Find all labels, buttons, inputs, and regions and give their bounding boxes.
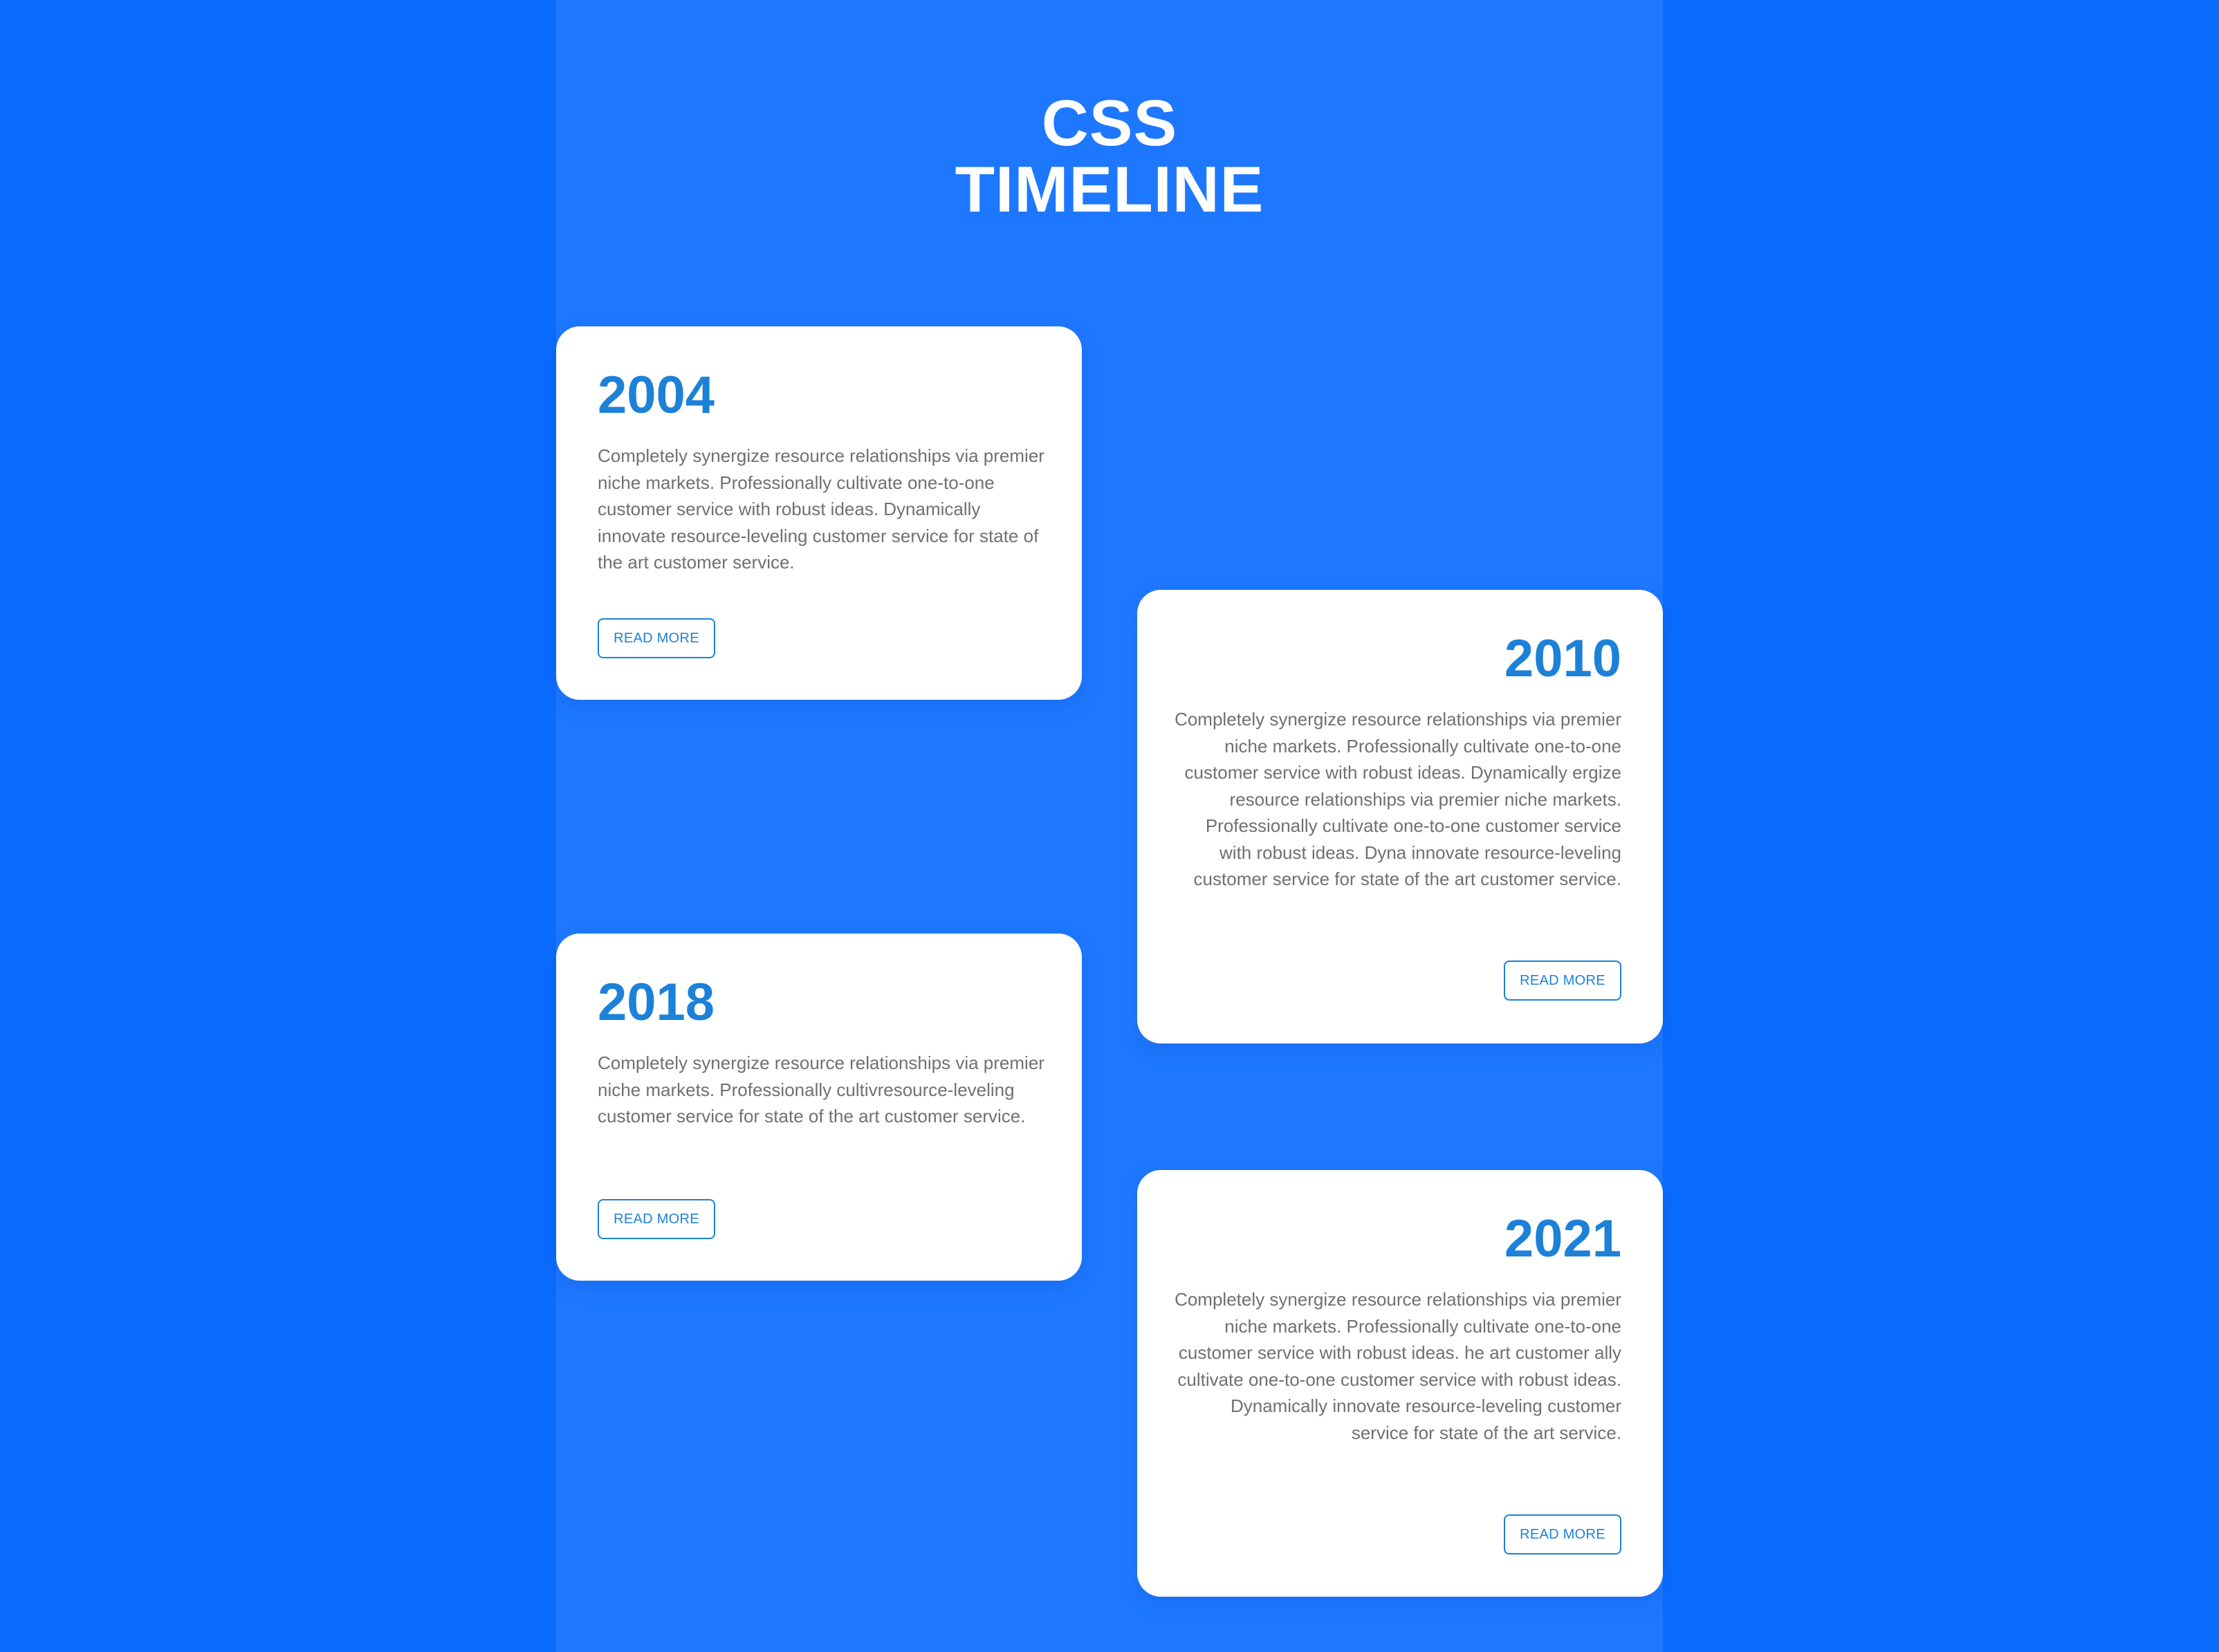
read-more-button[interactable]: READ MORE — [598, 618, 715, 658]
timeline-card-2018: 2018 Completely synergize resource relat… — [556, 934, 1082, 1281]
page-title-line-2: TIMELINE — [955, 153, 1264, 225]
timeline-year: 2018 — [598, 973, 715, 1032]
timeline-description: Completely synergize resource relationsh… — [598, 1052, 1044, 1126]
timeline-card-2010: 2010 Completely synergize resource relat… — [1137, 590, 1663, 1043]
timeline-year: 2021 — [1504, 1209, 1621, 1268]
read-more-button[interactable]: READ MORE — [1504, 1514, 1621, 1554]
timeline-year: 2010 — [1504, 629, 1621, 688]
timeline-card-2021: 2021 Completely synergize resource relat… — [1137, 1170, 1663, 1597]
page-title: CSS TIMELINE — [556, 90, 1663, 223]
timeline-card-2004: 2004 Completely synergize resource relat… — [556, 326, 1082, 700]
timeline-year: 2004 — [598, 366, 715, 425]
timeline-description: Completely synergize resource relationsh… — [1175, 709, 1621, 889]
read-more-button[interactable]: READ MORE — [1504, 960, 1621, 1001]
timeline-description: Completely synergize resource relationsh… — [598, 445, 1044, 573]
read-more-button[interactable]: READ MORE — [598, 1199, 715, 1239]
timeline-description: Completely synergize resource relationsh… — [1175, 1289, 1621, 1443]
page-title-line-1: CSS — [1041, 86, 1178, 159]
